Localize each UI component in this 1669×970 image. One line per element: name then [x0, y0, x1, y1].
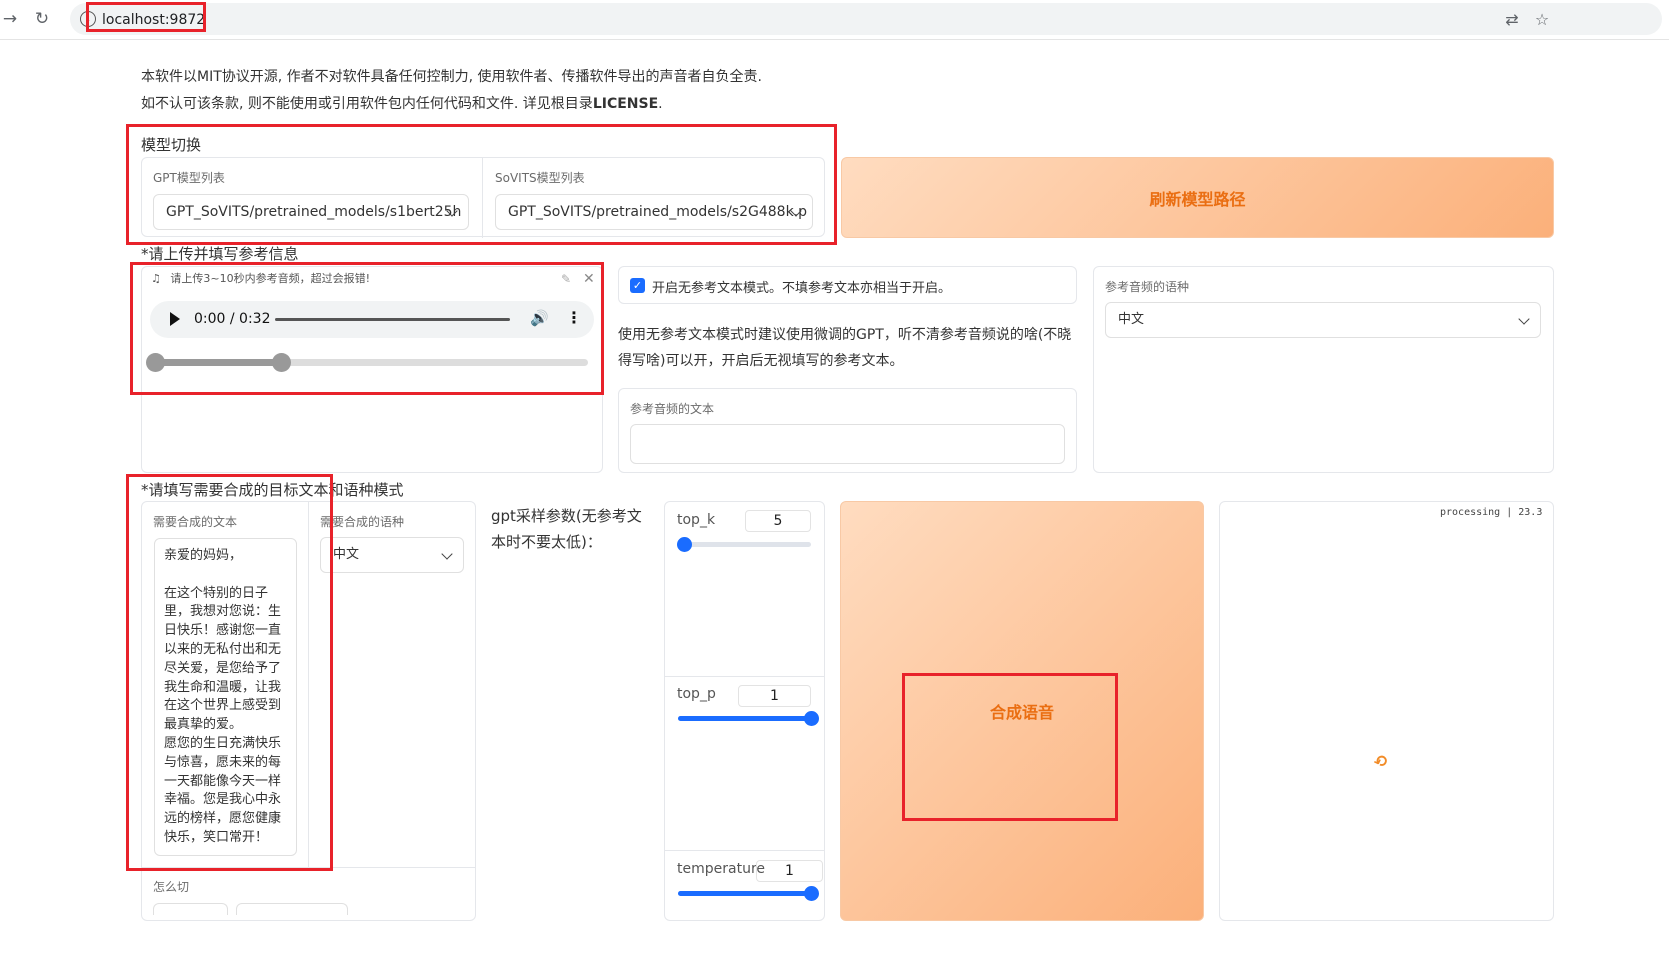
target-lang-select[interactable]: 中文 — [320, 537, 464, 573]
top-p-input[interactable]: 1 — [738, 685, 811, 707]
edit-pencil-icon[interactable]: ✎ — [561, 272, 571, 286]
ref-lang-panel — [1093, 266, 1554, 473]
license-notice-line1: 本软件以MIT协议开源, 作者不对软件具备任何控制力, 使用软件者、传播软件导出… — [141, 69, 763, 85]
no-ref-checkbox-label: 开启无参考文本模式。不填参考文本亦相当于开启。 — [652, 281, 952, 296]
divider — [482, 158, 483, 238]
ref-text-input[interactable] — [630, 424, 1065, 464]
ref-lang-label: 参考音频的语种 — [1105, 280, 1190, 294]
close-icon[interactable]: ✕ — [583, 271, 595, 287]
reference-section-title: *请上传并填写参考信息 — [141, 245, 299, 263]
gpt-params-panel — [664, 501, 825, 921]
ref-lang-value: 中文 — [1118, 312, 1145, 327]
trim-range-slider[interactable] — [146, 353, 588, 372]
target-text-label: 需要合成的文本 — [153, 515, 238, 529]
chevron-down-icon — [1518, 313, 1530, 325]
ref-lang-select[interactable]: 中文 — [1105, 302, 1541, 338]
chevron-down-icon — [441, 548, 453, 560]
audio-player[interactable]: 0:00 / 0:32 🔊 ⋮ — [150, 301, 594, 338]
no-ref-checkbox[interactable]: ✓ — [630, 278, 645, 293]
gpt-model-value: GPT_SoVITS/pretrained_models/s1bert25h — [166, 204, 462, 220]
temperature-label: temperature — [677, 861, 765, 877]
cut-option-chip[interactable] — [153, 903, 228, 915]
divider — [142, 867, 475, 868]
translate-icon[interactable]: ⇄ — [1502, 10, 1522, 30]
processing-status: processing | 23.3 — [1440, 507, 1543, 518]
play-icon[interactable] — [170, 312, 180, 326]
output-audio-panel — [1219, 501, 1554, 921]
refresh-model-button[interactable]: 刷新模型路径 — [841, 157, 1554, 238]
cut-option-chip[interactable] — [236, 903, 348, 915]
notice-text: 如不认可该条款, 则不能使用或引用软件包内任何代码和文件. 详见根目录 — [141, 96, 593, 112]
no-ref-hint: 使用无参考文本模式时建议使用微调的GPT，听不清参考音频说的啥(不晓得写啥)可以… — [618, 327, 1072, 369]
divider — [665, 676, 824, 677]
browser-toolbar: → ↻ i localhost:9872 ⇄ ☆ — [0, 0, 1669, 40]
gpt-params-title: gpt采样参数(无参考文本时不要太低)： — [491, 507, 642, 551]
target-text-input[interactable]: 亲爱的妈妈， 在这个特别的日子里，我想对您说：生日快乐！感谢您一直以来的无私付出… — [154, 538, 297, 856]
license-notice-line2: 如不认可该条款, 则不能使用或引用软件包内任何代码和文件. 详见根目录LICEN… — [141, 93, 663, 113]
temperature-input[interactable]: 1 — [756, 860, 823, 882]
divider — [665, 850, 824, 851]
volume-icon[interactable]: 🔊 — [530, 309, 549, 327]
top-k-slider[interactable] — [677, 537, 811, 552]
trim-range-fill — [150, 359, 282, 366]
divider — [308, 502, 309, 867]
target-section-title: *请填写需要合成的目标文本和语种模式 — [141, 481, 404, 499]
top-k-label: top_k — [677, 512, 716, 528]
audio-time: 0:00 / 0:32 — [194, 311, 271, 327]
url-text: localhost:9872 — [102, 12, 206, 28]
temperature-slider-handle[interactable] — [803, 886, 819, 901]
sovits-model-value: GPT_SoVITS/pretrained_models/s2G488k.p — [508, 204, 808, 220]
gpt-model-label: GPT模型列表 — [153, 171, 225, 185]
target-lang-value: 中文 — [333, 547, 360, 562]
ref-text-label: 参考音频的文本 — [630, 402, 715, 416]
license-link[interactable]: LICENSE — [593, 96, 658, 112]
synthesize-button[interactable]: 合成语音 — [840, 501, 1204, 921]
sovits-model-label: SoVITS模型列表 — [495, 171, 585, 185]
audio-hint-text: 请上传3~10秒内参考音频，超过会报错! — [170, 272, 370, 285]
notice-period: . — [658, 96, 663, 112]
address-bar[interactable]: i localhost:9872 ⇄ ☆ — [70, 3, 1662, 35]
top-p-slider-fill — [678, 716, 811, 721]
reload-icon[interactable]: ↻ — [32, 9, 52, 29]
star-icon[interactable]: ☆ — [1532, 10, 1552, 30]
site-info-icon[interactable]: i — [80, 11, 96, 27]
arrow-right-icon[interactable]: → — [0, 9, 20, 29]
gpt-model-select[interactable]: GPT_SoVITS/pretrained_models/s1bert25h — [153, 194, 469, 230]
audio-progress-bar[interactable] — [275, 318, 510, 321]
reference-audio-panel — [141, 266, 603, 473]
top-k-input[interactable]: 5 — [745, 510, 811, 532]
model-switch-title: 模型切换 — [141, 136, 202, 154]
cut-method-label: 怎么切 — [153, 880, 190, 894]
temperature-slider-fill — [678, 891, 811, 896]
sovits-model-select[interactable]: GPT_SoVITS/pretrained_models/s2G488k.p — [495, 194, 813, 230]
temperature-slider[interactable] — [678, 886, 819, 901]
target-lang-label: 需要合成的语种 — [320, 515, 405, 529]
music-note-icon: ♫ — [151, 272, 161, 285]
top-p-slider[interactable] — [678, 711, 819, 726]
audio-hint-label: ♫ 请上传3~10秒内参考音频，超过会报错! — [151, 270, 431, 288]
more-options-icon[interactable]: ⋮ — [566, 308, 582, 327]
trim-start-handle[interactable] — [146, 353, 165, 372]
top-p-label: top_p — [677, 686, 716, 702]
top-p-slider-handle[interactable] — [803, 711, 819, 726]
